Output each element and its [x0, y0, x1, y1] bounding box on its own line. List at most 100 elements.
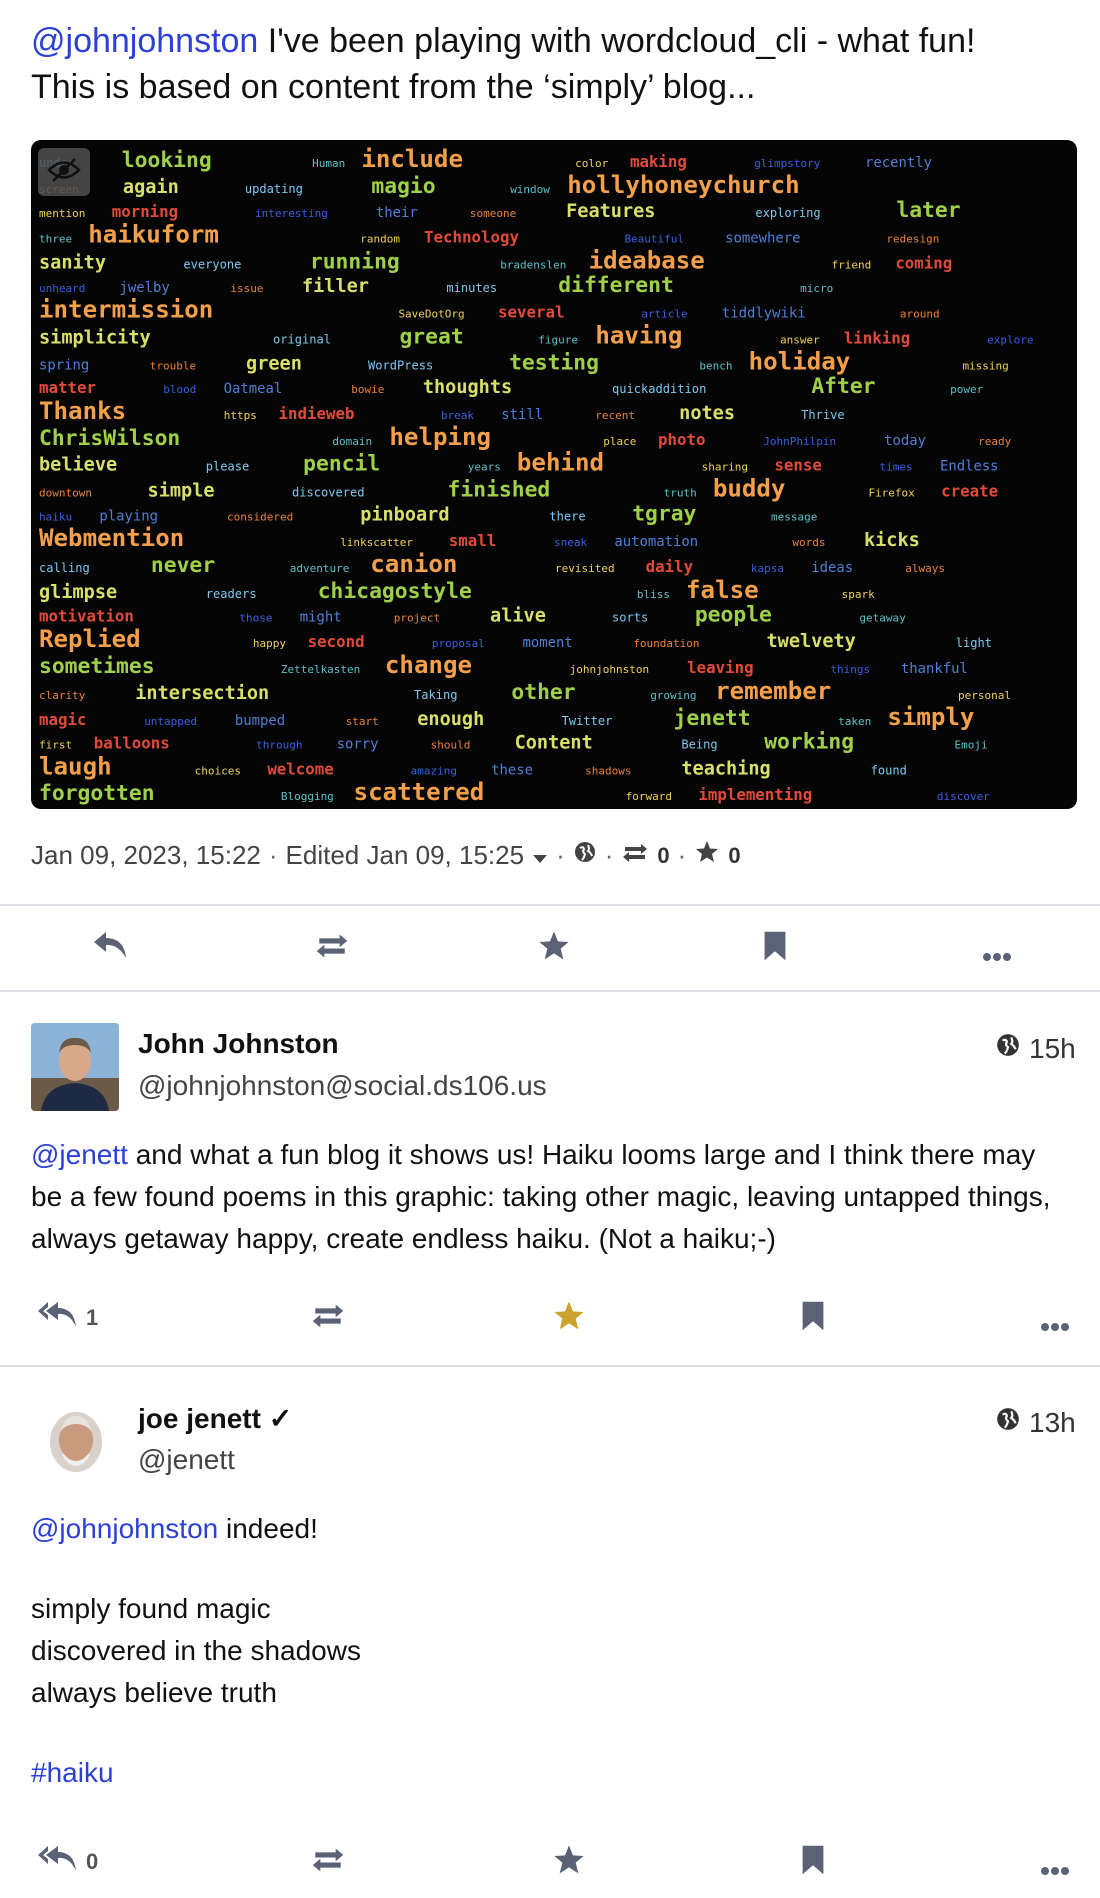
mention-link[interactable]: @johnjohnston [31, 22, 258, 60]
wordcloud-word: message [771, 510, 817, 523]
wordcloud-word: readers [206, 587, 257, 601]
wordcloud-word: Human [312, 157, 345, 170]
wordcloud-word: proposal [432, 637, 485, 650]
wordcloud-word: sense [774, 456, 821, 475]
wordcloud-word: article [641, 308, 687, 321]
wordcloud-word: automation [614, 534, 698, 550]
wordcloud-word: sharing [702, 461, 748, 474]
wordcloud-word: https [224, 409, 257, 422]
wordcloud-word: false [686, 576, 759, 604]
favourite-count: 0 [728, 842, 741, 868]
post-time[interactable]: 13h [995, 1406, 1076, 1439]
wordcloud-word: again [123, 177, 179, 198]
separator: · [556, 840, 565, 870]
wordcloud-word: forward [626, 790, 672, 803]
wordcloud-word: Replied [39, 625, 141, 653]
reply-action-bar: 1 [0, 1288, 1100, 1348]
wordcloud-word: color [575, 157, 608, 170]
wordcloud-word: green [246, 354, 302, 375]
more-button[interactable] [982, 942, 1012, 968]
wordcloud-word: years [468, 461, 501, 474]
wordcloud-word: enough [417, 709, 484, 730]
wordcloud-word: photo [658, 430, 705, 449]
wordcloud-word: friend [832, 258, 872, 271]
boost-button[interactable] [312, 932, 352, 966]
wordcloud-word: place [603, 435, 636, 448]
avatar-image [31, 1023, 119, 1111]
bookmark-icon [762, 930, 788, 968]
wordcloud-word: everyone [183, 257, 241, 271]
reply-button[interactable]: 0 [38, 1844, 98, 1880]
wordcloud-word: great [399, 325, 463, 350]
wordcloud-word: Webmention [39, 524, 184, 552]
timeline: @johnjohnston I've been playing with wor… [0, 0, 1100, 1898]
wordcloud-word: recently [865, 155, 932, 171]
wordcloud-word: project [394, 611, 440, 624]
bookmark-button[interactable] [800, 1844, 826, 1882]
author-handle[interactable]: @johnjohnston@social.ds106.us [138, 1070, 547, 1102]
wordcloud-word: adventure [290, 562, 350, 575]
post-action-bar [0, 918, 1100, 978]
edited-label[interactable]: Edited Jan 09, 15:25 [286, 840, 525, 871]
wordcloud-word: different [558, 273, 674, 298]
wordcloud-word: Zettelkasten [281, 663, 360, 676]
author-name[interactable]: John Johnston [138, 1028, 339, 1060]
wordcloud-word: start [346, 715, 379, 728]
reply-button[interactable] [92, 930, 128, 966]
wordcloud-word: pencil [303, 452, 380, 477]
more-button[interactable] [1040, 1312, 1070, 1338]
wordcloud-word: these [491, 762, 533, 778]
favourite-button[interactable] [537, 930, 571, 968]
wordcloud-word: ready [978, 435, 1011, 448]
wordcloud-word: simply [887, 703, 974, 731]
wordcloud-word: Endless [940, 459, 999, 475]
wordcloud-word: spark [842, 588, 875, 601]
globe-icon [995, 1032, 1021, 1065]
wordcloud-word: simplicity [39, 328, 151, 349]
star-icon [694, 840, 720, 871]
avatar[interactable] [31, 1023, 119, 1111]
wordcloud-word: linking [844, 329, 910, 348]
wordcloud-word: Technology [424, 227, 519, 246]
favourite-button[interactable] [552, 1844, 586, 1882]
avatar[interactable] [40, 1404, 112, 1480]
wordcloud-word: amazing [411, 764, 457, 777]
author-name[interactable]: joe jenett ✓ [138, 1402, 292, 1435]
hide-media-button[interactable] [38, 148, 90, 196]
boost-button[interactable] [308, 1302, 348, 1336]
wordcloud-word: truth [664, 487, 697, 500]
more-icon [1040, 1312, 1070, 1338]
wordcloud-word: sanity [39, 252, 106, 273]
wordcloud-word: tiddlywiki [722, 306, 806, 322]
wordcloud-word: thankful [901, 661, 968, 677]
mention-link[interactable]: @johnjohnston [31, 1513, 218, 1544]
bookmark-button[interactable] [762, 930, 788, 968]
wordcloud-word: times [880, 461, 913, 474]
wordcloud-word: forgotten [39, 781, 155, 806]
wordcloud-image[interactable]: underlookingHumanincludecolormakingglimp… [31, 140, 1077, 809]
boost-button[interactable] [308, 1846, 348, 1880]
favourite-button[interactable] [552, 1300, 586, 1338]
wordcloud-word: running [310, 249, 400, 274]
caret-down-icon[interactable] [532, 840, 548, 871]
bookmark-button[interactable] [800, 1300, 826, 1338]
mention-link[interactable]: @jenett [31, 1139, 128, 1170]
wordcloud-word: motivation [39, 606, 134, 625]
post-timestamp[interactable]: Jan 09, 2023, 15:22 [31, 840, 261, 871]
wordcloud-word: blood [163, 383, 196, 396]
wordcloud-word: foundation [633, 637, 699, 650]
post-time[interactable]: 15h [995, 1032, 1076, 1065]
reply-button[interactable]: 1 [38, 1300, 98, 1336]
wordcloud-svg: underlookingHumanincludecolormakingglimp… [39, 145, 1033, 806]
star-icon [552, 1300, 586, 1338]
wordcloud-word: please [206, 460, 250, 474]
wordcloud-word: trouble [150, 360, 196, 373]
wordcloud-word: three [39, 232, 72, 245]
author-handle[interactable]: @jenett [138, 1444, 235, 1476]
wordcloud-word: break [441, 409, 474, 422]
wordcloud-word: canion [370, 550, 457, 578]
more-button[interactable] [1040, 1856, 1070, 1882]
hashtag-link[interactable]: #haiku [31, 1757, 114, 1788]
wordcloud-word: indieweb [279, 404, 355, 423]
wordcloud-word: looking [122, 148, 212, 173]
